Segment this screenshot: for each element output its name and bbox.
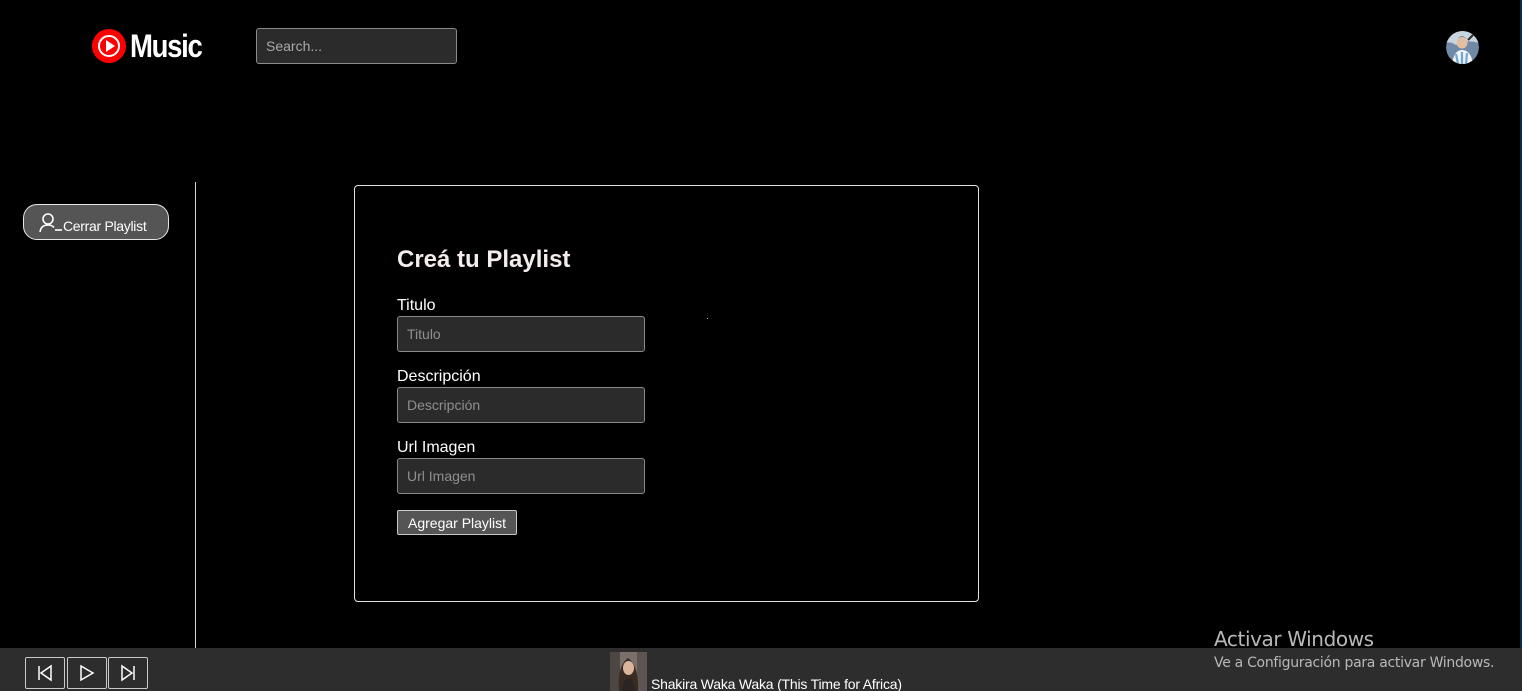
add-playlist-button[interactable]: Agregar Playlist xyxy=(397,510,518,535)
album-thumbnail xyxy=(610,652,647,691)
previous-icon xyxy=(38,664,52,682)
image-url-field[interactable] xyxy=(397,458,645,494)
now-playing-title[interactable]: Shakira Waka Waka (This Time for Africa) xyxy=(651,676,902,691)
play-icon xyxy=(80,664,95,682)
search-input[interactable] xyxy=(256,28,457,64)
previous-button[interactable] xyxy=(25,657,65,689)
youtube-music-icon xyxy=(92,29,126,63)
app-window: Music Cerrar Playlist Creá tu Playlist T… xyxy=(0,0,1522,691)
brand-logo[interactable]: Music xyxy=(92,28,213,64)
next-button[interactable] xyxy=(108,657,148,689)
play-button[interactable] xyxy=(67,657,107,689)
close-playlist-label: Cerrar Playlist xyxy=(63,218,147,234)
user-minus-icon xyxy=(39,213,62,233)
windows-activation-subtitle: Ve a Configuración para activar Windows. xyxy=(1214,655,1495,671)
page-title: Creá tu Playlist xyxy=(397,246,571,273)
windows-activation-title: Activar Windows xyxy=(1214,627,1374,651)
create-playlist-card: Creá tu Playlist Titulo Descripción Url … xyxy=(354,185,979,602)
sidebar-divider xyxy=(195,182,196,648)
description-label: Descripción xyxy=(397,368,481,385)
close-playlist-button[interactable]: Cerrar Playlist xyxy=(23,204,169,240)
brand-name: Music xyxy=(130,28,203,64)
stray-dot xyxy=(707,318,708,319)
title-field[interactable] xyxy=(397,316,645,352)
avatar[interactable] xyxy=(1446,31,1479,64)
title-label: Titulo xyxy=(397,297,436,314)
description-field[interactable] xyxy=(397,387,645,423)
next-icon xyxy=(121,664,135,682)
image-url-label: Url Imagen xyxy=(397,439,476,456)
